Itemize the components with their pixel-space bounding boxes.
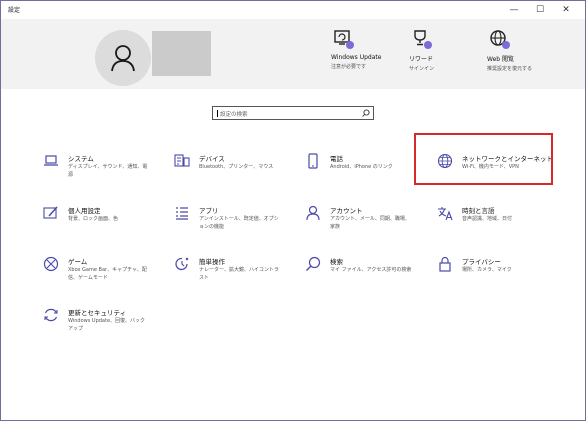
quick-link-title: Web 閲覧 (487, 56, 514, 63)
tile-description: Windows Update、回復、バックアップ (68, 318, 146, 332)
tile-update-security[interactable]: 更新とセキュリティ Windows Update、回復、バックアップ (43, 307, 171, 339)
tile-title: 個人用設定 (68, 207, 101, 215)
user-icon (111, 45, 135, 72)
tile-title: 時刻と言語 (462, 207, 495, 215)
tile-gaming[interactable]: ゲーム Xbox Game Bar、キャプチャ、配信、ゲームモード (43, 256, 171, 288)
maximize-button[interactable]: ☐ (527, 2, 553, 18)
laptop-icon (44, 155, 58, 166)
phone-icon (308, 153, 318, 169)
avatar[interactable] (95, 30, 151, 86)
person-icon (306, 205, 320, 221)
highlight-box (414, 133, 553, 185)
paint-brush-icon (43, 206, 58, 219)
window-title: 設定 (8, 7, 21, 14)
quick-link-subtitle: 推奨設定を復元する (487, 66, 533, 72)
tile-description: ディスプレイ、サウンド、通知、電源 (68, 164, 148, 178)
tile-time-language[interactable]: 時刻と言語 音声認識、地域、日付 (437, 205, 565, 237)
tile-apps[interactable]: アプリ アンインストール、既定値、オプションの機能 (174, 205, 302, 237)
ease-of-access-icon (175, 257, 189, 271)
tile-description: アンインストール、既定値、オプションの機能 (199, 216, 279, 230)
tile-title: ゲーム (68, 258, 88, 266)
tile-description: Xbox Game Bar、キャプチャ、配信、ゲームモード (68, 267, 147, 281)
globe-icon (489, 29, 510, 49)
title-bar: 設定 — ☐ ✕ (1, 1, 585, 19)
quick-link-windows-update[interactable]: Windows Update 注意が必要です (331, 29, 401, 70)
keyboard-icon (174, 154, 190, 167)
quick-link-web-browsing[interactable]: Web 閲覧 推奨設定を復元する (487, 29, 557, 72)
tile-system[interactable]: システム ディスプレイ、サウンド、通知、電源 (43, 153, 171, 185)
tile-title: 更新とセキュリティ (68, 309, 127, 317)
tile-title: 簡単操作 (199, 258, 225, 266)
tile-title: 電話 (330, 155, 343, 163)
account-header: Windows Update 注意が必要です リワード サインイン Web 閲覧… (1, 19, 585, 89)
trophy-icon (411, 29, 432, 49)
tile-privacy[interactable]: プライバシー 場所、カメラ、マイク (437, 256, 565, 288)
close-button[interactable]: ✕ (553, 2, 579, 18)
quick-link-subtitle: 注意が必要です (331, 64, 367, 70)
tile-ease-of-access[interactable]: 簡単操作 ナレーター、拡大鏡、ハイコントラスト (174, 256, 302, 288)
tile-personalization[interactable]: 個人用設定 背景、ロック画面、色 (43, 205, 171, 237)
user-name-placeholder (152, 31, 211, 76)
search-icon[interactable] (362, 109, 370, 117)
quick-link-title: リワード (409, 56, 434, 63)
tile-description: ナレーター、拡大鏡、ハイコントラスト (199, 267, 279, 281)
app-list-icon (176, 207, 188, 220)
quick-link-subtitle: サインイン (409, 66, 435, 72)
tile-description: マイ ファイル、アクセス許可の検索 (330, 267, 412, 273)
tile-title: プライバシー (462, 258, 501, 266)
lock-icon (439, 256, 451, 272)
settings-search-box[interactable]: 設定の検索 (212, 106, 374, 120)
quick-link-title: Windows Update (331, 54, 382, 61)
tile-title: アカウント (330, 207, 363, 215)
tile-devices[interactable]: デバイス Bluetooth、プリンター、マウス (174, 153, 302, 185)
windows-update-icon (333, 29, 354, 49)
text-caret (217, 110, 218, 117)
settings-window: 設定 — ☐ ✕ Windows Update 注意が必要です リワード サイン… (0, 0, 586, 421)
tile-description: Android、iPhone のリンク (330, 164, 393, 170)
tile-title: システム (68, 155, 94, 163)
tile-description: 背景、ロック画面、色 (68, 216, 119, 222)
tile-description: Bluetooth、プリンター、マウス (199, 164, 274, 170)
language-icon (438, 207, 453, 221)
tile-description: 場所、カメラ、マイク (462, 267, 512, 273)
sync-icon (44, 308, 58, 322)
search-placeholder: 設定の検索 (220, 112, 248, 118)
minimize-button[interactable]: — (501, 2, 527, 18)
search-icon (306, 256, 321, 271)
tile-search[interactable]: 検索 マイ ファイル、アクセス許可の検索 (305, 256, 433, 288)
tile-title: デバイス (199, 155, 225, 163)
xbox-icon (43, 256, 59, 272)
tile-title: 検索 (330, 258, 343, 266)
tile-description: 音声認識、地域、日付 (462, 216, 513, 222)
tile-title: アプリ (199, 207, 219, 215)
quick-link-rewards[interactable]: リワード サインイン (409, 29, 479, 72)
tile-description: アカウント、メール、同期、職場、家族 (330, 216, 410, 230)
tile-accounts[interactable]: アカウント アカウント、メール、同期、職場、家族 (305, 205, 433, 237)
